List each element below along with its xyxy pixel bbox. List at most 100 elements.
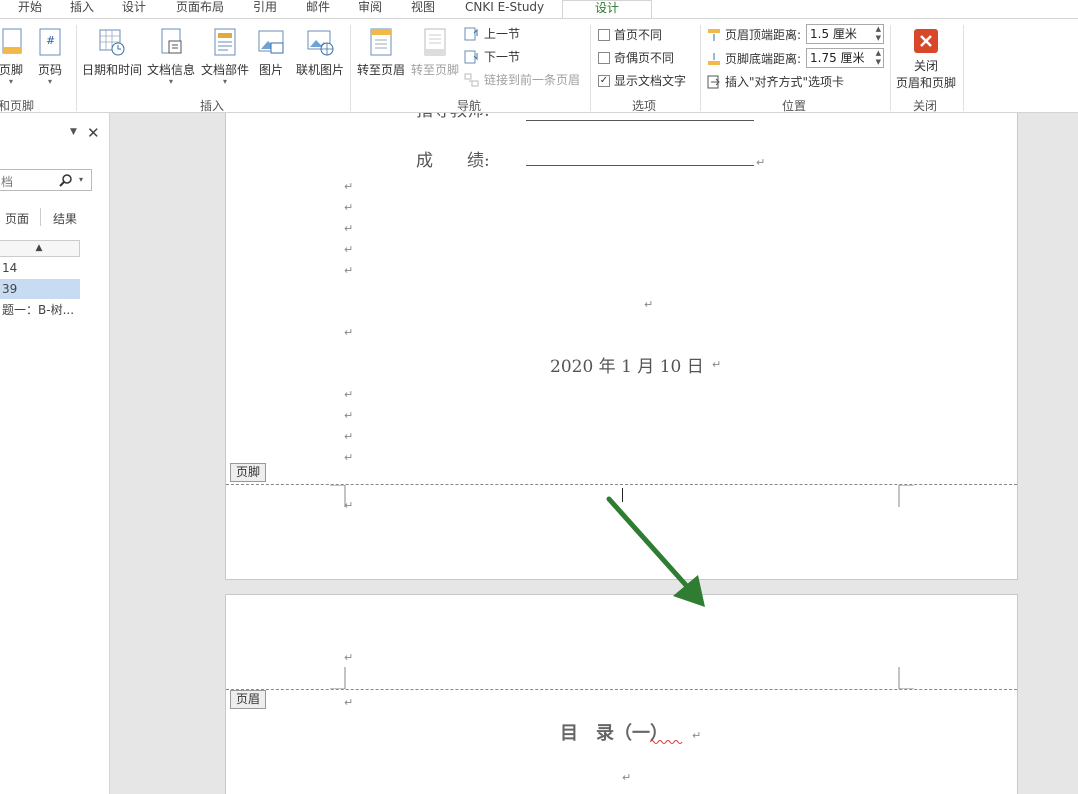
navigation-pane: ▼ ✕ 档 ▾ 页面 结果 ▲ 14 39 题一：B-树... (0, 113, 110, 794)
close-icon (914, 29, 938, 53)
header-top-value: 1.5 厘米 (810, 27, 857, 41)
picture-button[interactable]: 图片 (256, 27, 286, 78)
checkbox-checked[interactable]: ✓ (598, 74, 610, 87)
nav-search-input[interactable]: 档 ▾ (0, 169, 92, 191)
paragraph-mark: ↵ (344, 326, 354, 339)
goto-header-button[interactable]: 转至页眉 (355, 27, 407, 78)
insert-align-tab-button[interactable]: 插入"对齐方式"选项卡 (707, 73, 844, 90)
close-header-footer-button[interactable]: 关闭 页眉和页脚 (893, 29, 959, 91)
doc-parts-label: 文档部件 (200, 63, 249, 77)
header-top-label: 页眉顶端距离: (725, 28, 802, 42)
goto-footer-button[interactable]: 转至页脚 (409, 27, 461, 78)
tab-insert[interactable]: 插入 (70, 0, 94, 18)
pane-menu-chevron-icon[interactable]: ▼ (70, 127, 77, 137)
group-options-label: 选项 (632, 99, 657, 113)
checkbox-box[interactable] (598, 28, 610, 41)
ribbon-divider (890, 25, 891, 111)
header-boundary-line (226, 689, 1017, 690)
footer-icon (0, 27, 25, 57)
show-doc-text-checkbox[interactable]: ✓ 显示文档文字 (598, 72, 686, 89)
footer-label: 页脚 (0, 63, 23, 77)
ribbon-divider (590, 25, 591, 111)
tab-mailings[interactable]: 邮件 (306, 0, 330, 18)
page-number-button[interactable]: # 页码 ▾ (36, 27, 64, 86)
paragraph-mark: ↵ (344, 696, 354, 709)
doc-info-button[interactable]: 文档信息 ▾ (146, 27, 196, 86)
tab-home[interactable]: 开始 (18, 0, 42, 18)
prev-section-button[interactable]: 上一节 (464, 25, 520, 42)
paragraph-mark: ↵ (344, 409, 354, 422)
document-area[interactable]: 指导教师: 成 绩: ↵ ↵ ↵ ↵ ↵ ↵ ↵ ↵ 2020 年 1 月 10… (111, 113, 1078, 794)
tab-view[interactable]: 视图 (411, 0, 435, 18)
close-label-line2: 页眉和页脚 (895, 76, 956, 90)
tab-references[interactable]: 引用 (253, 0, 277, 18)
group-close-label: 关闭 (913, 99, 938, 113)
partial-line-text: 指导教师: (416, 113, 490, 121)
link-to-previous-button[interactable]: 链接到前一条页眉 (464, 71, 580, 88)
group-insert-label: 插入 (200, 99, 225, 113)
goto-footer-label: 转至页脚 (410, 63, 459, 77)
nav-tab-results[interactable]: 结果 (53, 210, 77, 227)
doc-parts-icon (211, 27, 239, 57)
svg-text:#: # (46, 34, 55, 47)
calendar-icon (98, 27, 126, 57)
paragraph-mark: ↵ (344, 180, 354, 193)
margin-corner-mark (898, 485, 914, 507)
prev-section-label: 上一节 (484, 27, 521, 41)
collapse-arrow-icon[interactable]: ▲ (0, 240, 80, 257)
search-options-chevron-icon[interactable]: ▾ (79, 175, 83, 184)
group-header-footer-label: 和页脚 (0, 99, 35, 113)
link-to-previous-label: 链接到前一条页眉 (484, 73, 581, 87)
online-picture-button[interactable]: 联机图片 (294, 27, 346, 78)
footer-bottom-distance: 页脚底端距离: (707, 50, 801, 67)
date-text: 2020 年 1 月 10 日 (550, 357, 704, 377)
spinner-arrows-icon[interactable]: ▲ ▼ (876, 25, 881, 43)
paragraph-mark: ↵ (644, 298, 654, 311)
datetime-button[interactable]: 日期和时间 (81, 27, 143, 78)
prev-section-icon (464, 27, 478, 40)
tab-review[interactable]: 审阅 (358, 0, 382, 18)
nav-item[interactable]: 14 (0, 258, 80, 278)
show-doc-text-label: 显示文档文字 (614, 74, 687, 88)
picture-icon (257, 27, 285, 57)
paragraph-mark: ↵ (344, 243, 354, 256)
first-page-different-checkbox[interactable]: 首页不同 (598, 26, 662, 43)
spinner-arrows-icon[interactable]: ▲ ▼ (876, 49, 881, 67)
odd-even-different-checkbox[interactable]: 奇偶页不同 (598, 49, 674, 66)
checkbox-box[interactable] (598, 51, 610, 64)
paragraph-mark: ↵ (756, 156, 766, 169)
ribbon-divider (350, 25, 351, 111)
goto-header-icon (367, 27, 395, 57)
score-underline (526, 165, 754, 166)
pane-close-icon[interactable]: ✕ (87, 124, 100, 142)
next-section-icon (464, 50, 478, 63)
nav-item[interactable]: 题一：B-树... (0, 300, 80, 320)
doc-parts-button[interactable]: 文档部件 ▾ (200, 27, 250, 86)
annotation-arrow-icon (606, 496, 705, 607)
footer-button[interactable]: 页脚 ▾ (0, 27, 28, 86)
link-icon (464, 73, 479, 86)
document-page[interactable]: ↵ 页眉 ↵ 目 录（一） ↵ ↵ (225, 594, 1018, 794)
tab-divider (40, 208, 41, 226)
tab-hf-design[interactable]: 设计 (562, 0, 652, 18)
doc-info-icon (157, 27, 185, 57)
search-icon[interactable] (59, 173, 73, 187)
header-top-spinner[interactable]: 1.5 厘米 ▲ ▼ (806, 24, 884, 44)
tab-page-layout[interactable]: 页面布局 (176, 0, 224, 18)
align-tab-icon (707, 75, 720, 88)
footer-bottom-label: 页脚底端距离: (725, 52, 802, 66)
picture-label: 图片 (258, 63, 283, 77)
tab-cnki[interactable]: CNKI E-Study (465, 0, 544, 18)
header-distance-icon (708, 28, 720, 41)
footer-tag: 页脚 (230, 463, 267, 482)
page-number-icon: # (36, 27, 64, 57)
tab-design[interactable]: 设计 (122, 0, 146, 18)
paragraph-mark: ↵ (344, 499, 354, 512)
header-tag: 页眉 (230, 690, 267, 709)
footer-bottom-spinner[interactable]: 1.75 厘米 ▲ ▼ (806, 48, 884, 68)
next-section-button[interactable]: 下一节 (464, 48, 520, 65)
nav-item-selected[interactable]: 39 (0, 279, 80, 299)
nav-tab-pages[interactable]: 页面 (5, 210, 29, 227)
insert-align-tab-label: 插入"对齐方式"选项卡 (725, 75, 845, 89)
margin-corner-mark (330, 667, 346, 689)
